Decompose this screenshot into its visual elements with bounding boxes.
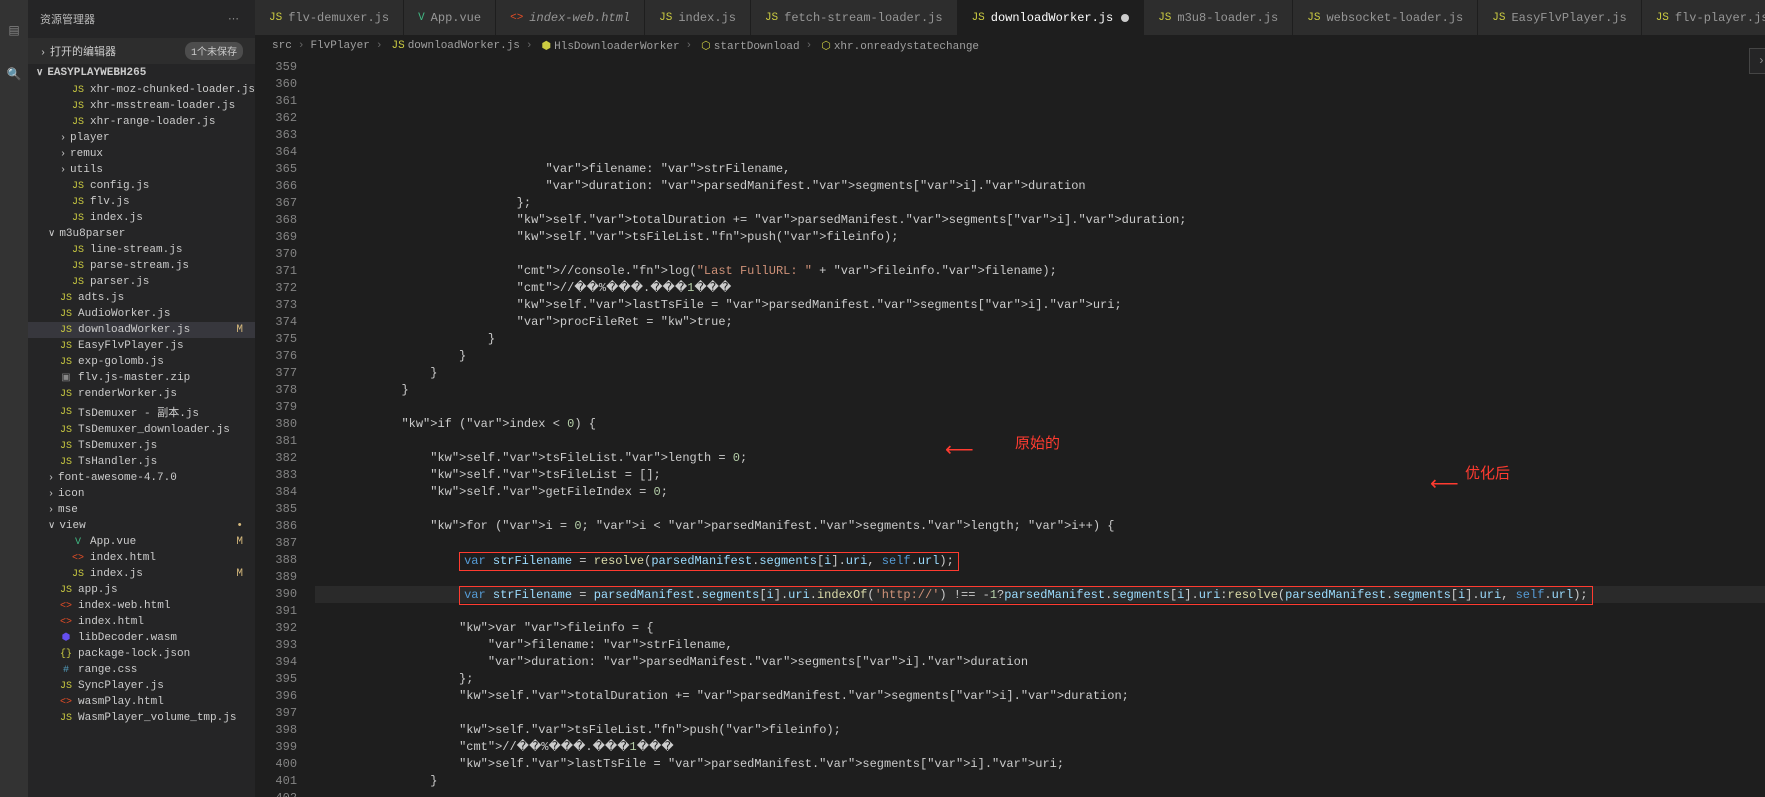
- more-icon[interactable]: ⋯: [224, 8, 243, 30]
- file-item[interactable]: JSxhr-msstream-loader.js: [28, 98, 255, 114]
- breadcrumb-segment[interactable]: ⬡startDownload: [698, 39, 799, 53]
- files-icon[interactable]: ▤: [0, 16, 28, 44]
- breadcrumb-segment[interactable]: ⬢HlsDownloaderWorker: [539, 39, 680, 53]
- file-item[interactable]: <>index.html: [28, 550, 255, 566]
- editor-tab[interactable]: <>index-web.html: [496, 0, 645, 35]
- folder-item[interactable]: ›mse: [28, 502, 255, 518]
- file-item[interactable]: JSxhr-range-loader.js: [28, 114, 255, 130]
- main-editor-area: JSflv-demuxer.jsVApp.vue<>index-web.html…: [255, 0, 1765, 797]
- open-editors-section[interactable]: ›打开的编辑器 1个未保存: [28, 38, 255, 64]
- find-widget: › Aa ab .* 无结果 ↑ ↓ ≡ ✕: [1749, 48, 1765, 74]
- file-item[interactable]: JSapp.js: [28, 582, 255, 598]
- file-item[interactable]: JSdownloadWorker.jsM: [28, 322, 255, 338]
- file-item[interactable]: ▣flv.js-master.zip: [28, 370, 255, 386]
- breadcrumb-segment[interactable]: ⬡xhr.onreadystatechange: [818, 39, 979, 53]
- folder-item[interactable]: ›remux: [28, 146, 255, 162]
- breadcrumb-segment[interactable]: FlvPlayer: [310, 40, 369, 52]
- file-item[interactable]: JSadts.js: [28, 290, 255, 306]
- editor-tab[interactable]: JSflv-demuxer.js: [255, 0, 404, 35]
- explorer-title: 资源管理器: [40, 11, 95, 27]
- folder-item[interactable]: ∨view•: [28, 518, 255, 534]
- code-editor[interactable]: 3593603613623633643653663673683693703713…: [255, 57, 1765, 797]
- folder-item[interactable]: ›font-awesome-4.7.0: [28, 470, 255, 486]
- file-item[interactable]: JSindex.js: [28, 210, 255, 226]
- folder-item[interactable]: ›utils: [28, 162, 255, 178]
- folder-item[interactable]: ›player: [28, 130, 255, 146]
- breadcrumb[interactable]: src›FlvPlayer›JSdownloadWorker.js›⬢HlsDo…: [255, 35, 1765, 57]
- editor-tab[interactable]: JSfetch-stream-loader.js: [751, 0, 958, 35]
- find-toggle-icon[interactable]: ›: [1752, 52, 1765, 70]
- folder-item[interactable]: ∨m3u8parser: [28, 226, 255, 242]
- file-item[interactable]: JSparser.js: [28, 274, 255, 290]
- file-item[interactable]: JSindex.jsM: [28, 566, 255, 582]
- editor-tab[interactable]: JSindex.js: [645, 0, 751, 35]
- unsaved-badge: 1个未保存: [185, 42, 243, 60]
- file-item[interactable]: JSrenderWorker.js: [28, 386, 255, 402]
- sidebar-header: 资源管理器 ⋯: [28, 0, 255, 38]
- file-item[interactable]: JSxhr-moz-chunked-loader.js: [28, 82, 255, 98]
- file-item[interactable]: JSexp-golomb.js: [28, 354, 255, 370]
- file-item[interactable]: JSparse-stream.js: [28, 258, 255, 274]
- file-item[interactable]: JSWasmPlayer_volume_tmp.js: [28, 710, 255, 726]
- file-item[interactable]: JSSyncPlayer.js: [28, 678, 255, 694]
- breadcrumb-segment[interactable]: src: [272, 40, 292, 52]
- folder-item[interactable]: ›icon: [28, 486, 255, 502]
- breadcrumb-segment[interactable]: JSdownloadWorker.js: [388, 40, 519, 52]
- file-item[interactable]: VApp.vueM: [28, 534, 255, 550]
- file-item[interactable]: JSTsDemuxer.js: [28, 438, 255, 454]
- file-item[interactable]: JSAudioWorker.js: [28, 306, 255, 322]
- sidebar: 资源管理器 ⋯ ›打开的编辑器 1个未保存 ∨EASYPLAYWEBH265 J…: [28, 0, 255, 797]
- file-item[interactable]: JSline-stream.js: [28, 242, 255, 258]
- editor-tab[interactable]: JSdownloadWorker.js: [958, 0, 1145, 35]
- file-item[interactable]: #range.css: [28, 662, 255, 678]
- editor-tab[interactable]: JSflv-player.js: [1642, 0, 1765, 35]
- file-item[interactable]: <>index-web.html: [28, 598, 255, 614]
- editor-tab[interactable]: VApp.vue: [404, 0, 496, 35]
- file-item[interactable]: JSTsHandler.js: [28, 454, 255, 470]
- editor-tab[interactable]: JSm3u8-loader.js: [1144, 0, 1293, 35]
- file-item[interactable]: JSTsDemuxer - 副本.js: [28, 402, 255, 422]
- editor-tab[interactable]: JSEasyFlvPlayer.js: [1478, 0, 1641, 35]
- editor-tabs: JSflv-demuxer.jsVApp.vue<>index-web.html…: [255, 0, 1765, 35]
- file-item[interactable]: <>index.html: [28, 614, 255, 630]
- line-gutter: 3593603613623633643653663673683693703713…: [255, 57, 315, 797]
- editor-tab[interactable]: JSwebsocket-loader.js: [1293, 0, 1478, 35]
- file-item[interactable]: ⬢libDecoder.wasm: [28, 630, 255, 646]
- file-tree: JSxhr-moz-chunked-loader.jsJSxhr-msstrea…: [28, 82, 255, 797]
- file-item[interactable]: {}package-lock.json: [28, 646, 255, 662]
- file-item[interactable]: <>wasmPlay.html: [28, 694, 255, 710]
- search-icon[interactable]: 🔍: [0, 60, 28, 88]
- file-item[interactable]: JSconfig.js: [28, 178, 255, 194]
- file-item[interactable]: JSflv.js: [28, 194, 255, 210]
- code-content[interactable]: 原始的 ⟵ 优化后 ⟵ "var">filename: "var">strFil…: [315, 57, 1765, 797]
- file-item[interactable]: JSEasyFlvPlayer.js: [28, 338, 255, 354]
- file-item[interactable]: JSTsDemuxer_downloader.js: [28, 422, 255, 438]
- folder-root[interactable]: ∨EASYPLAYWEBH265: [28, 64, 255, 82]
- activity-bar: ▤ 🔍: [0, 0, 28, 797]
